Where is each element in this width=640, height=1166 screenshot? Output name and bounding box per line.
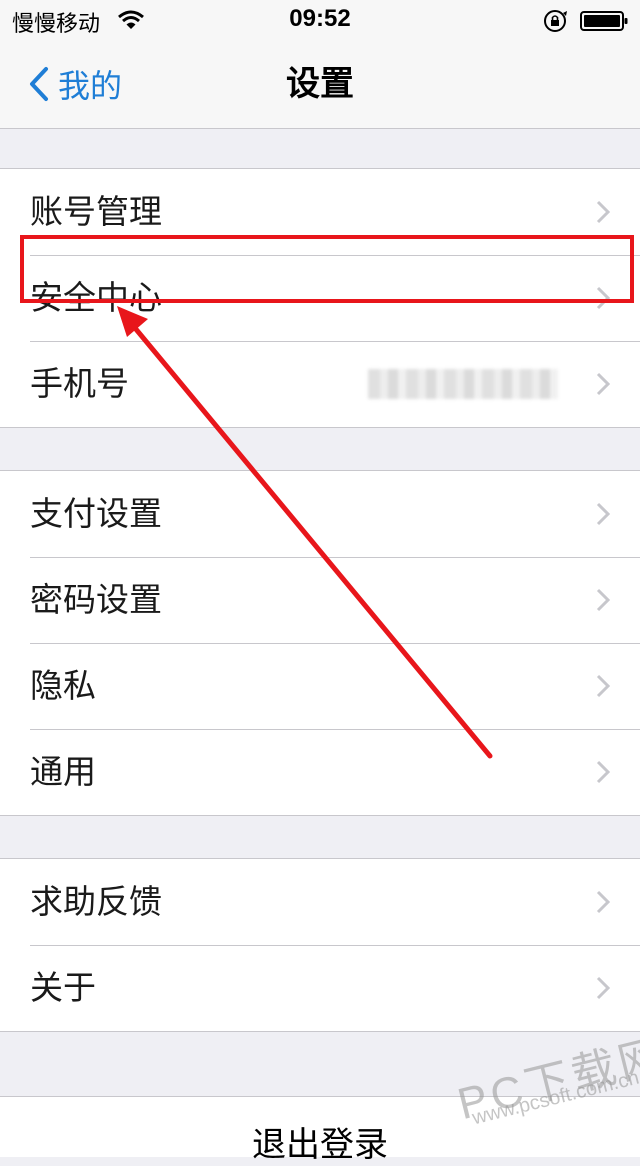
row-label: 通用: [30, 752, 96, 791]
settings-group-preferences: 支付设置 密码设置 隐私 通用: [0, 470, 640, 816]
phone-number-value-redacted: [368, 369, 558, 399]
chevron-right-icon: [596, 502, 610, 526]
row-general[interactable]: 通用: [0, 729, 640, 815]
chevron-right-icon: [596, 588, 610, 612]
logout-label: 退出登录: [252, 1125, 388, 1165]
row-privacy[interactable]: 隐私: [0, 643, 640, 729]
row-label: 隐私: [30, 666, 96, 705]
chevron-right-icon: [596, 976, 610, 1000]
page-title: 设置: [286, 64, 354, 104]
chevron-right-icon: [596, 760, 610, 784]
row-help-feedback[interactable]: 求助反馈: [0, 859, 640, 945]
row-phone-number[interactable]: 手机号: [0, 341, 640, 427]
row-label: 手机号: [30, 364, 129, 403]
row-label: 求助反馈: [30, 882, 162, 921]
chevron-right-icon: [596, 372, 610, 396]
chevron-right-icon: [596, 200, 610, 224]
nav-bar: 我的 设置: [0, 40, 640, 129]
rotation-lock-icon: [544, 10, 567, 32]
settings-group-support: 求助反馈 关于: [0, 858, 640, 1032]
row-label: 密码设置: [30, 580, 162, 619]
row-password-settings[interactable]: 密码设置: [0, 557, 640, 643]
status-bar: 慢慢移动 09:52: [0, 0, 640, 40]
chevron-right-icon: [596, 674, 610, 698]
row-about[interactable]: 关于: [0, 945, 640, 1031]
logout-button[interactable]: 退出登录: [0, 1096, 640, 1165]
battery-icon: [580, 11, 628, 31]
highlight-box: [20, 235, 634, 303]
row-label: 支付设置: [30, 494, 162, 533]
chevron-right-icon: [596, 890, 610, 914]
row-label: 关于: [30, 968, 96, 1007]
row-payment-settings[interactable]: 支付设置: [0, 471, 640, 557]
